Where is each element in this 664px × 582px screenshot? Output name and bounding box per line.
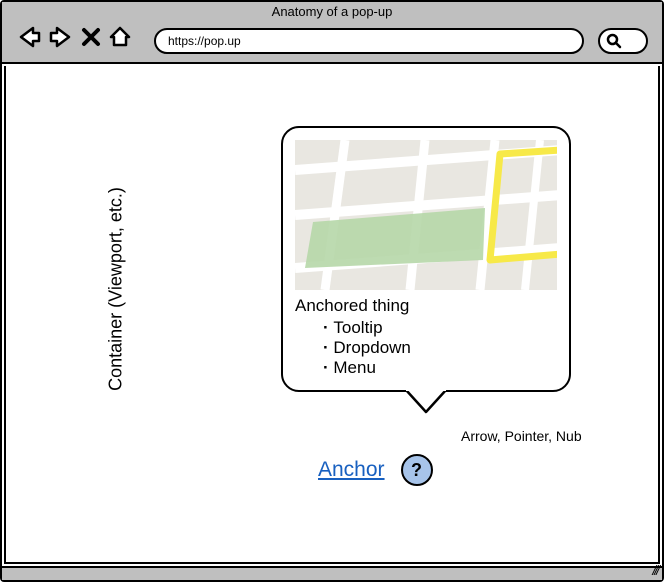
popup-list: Tooltip Dropdown Menu xyxy=(295,318,557,378)
nub-label: Arrow, Pointer, Nub xyxy=(461,428,582,444)
search-icon xyxy=(606,33,622,49)
titlebar: Anatomy of a pop-up xyxy=(2,2,662,64)
search-box[interactable] xyxy=(598,28,648,54)
back-icon[interactable] xyxy=(16,24,42,55)
anchor-row: Anchor ? xyxy=(318,454,433,486)
viewport: Container (Viewport, etc.) Anchored thin… xyxy=(4,66,660,564)
browser-window: Anatomy of a pop-up Container (Viewp xyxy=(0,0,664,582)
home-icon[interactable] xyxy=(108,25,132,54)
map-image xyxy=(295,140,557,290)
container-label: Container (Viewport, etc.) xyxy=(105,187,126,391)
help-icon[interactable]: ? xyxy=(401,454,433,486)
popup-heading: Anchored thing xyxy=(295,296,557,316)
list-item: Dropdown xyxy=(323,338,557,358)
stop-icon[interactable] xyxy=(80,26,102,53)
window-title: Anatomy of a pop-up xyxy=(272,4,393,19)
list-item: Tooltip xyxy=(323,318,557,338)
url-input[interactable] xyxy=(154,28,584,54)
forward-icon[interactable] xyxy=(48,24,74,55)
status-bar: /// xyxy=(2,566,662,580)
popup: Anchored thing Tooltip Dropdown Menu xyxy=(281,126,571,392)
list-item: Menu xyxy=(323,358,557,378)
nav-controls xyxy=(16,24,132,55)
popup-nub xyxy=(406,388,446,412)
anchor-link[interactable]: Anchor xyxy=(318,458,385,482)
resize-grip-icon[interactable]: /// xyxy=(652,562,658,578)
